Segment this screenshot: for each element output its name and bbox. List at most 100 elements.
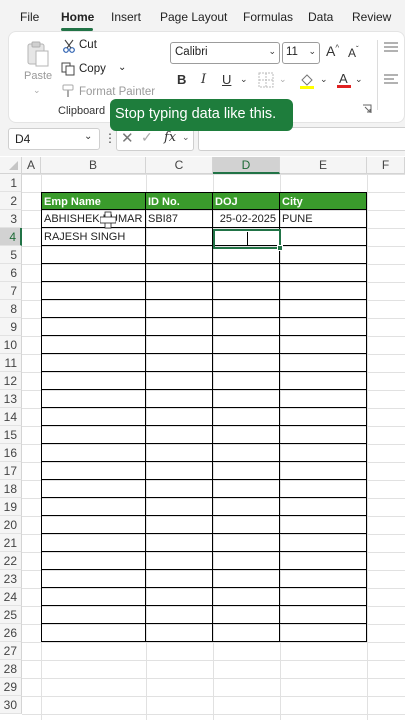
table-cell[interactable] (280, 624, 367, 642)
row-header[interactable]: 29 (0, 678, 22, 696)
table-cell[interactable] (213, 372, 280, 390)
table-cell[interactable] (146, 228, 213, 246)
copy-chevron-icon[interactable]: ⌄ (118, 62, 126, 73)
row-header[interactable]: 30 (0, 696, 22, 714)
table-header-cell[interactable]: Emp Name (41, 192, 146, 210)
table-cell[interactable] (213, 552, 280, 570)
table-header-cell[interactable]: City (280, 192, 367, 210)
table-cell[interactable] (213, 606, 280, 624)
column-header-b[interactable]: B (41, 157, 146, 174)
table-cell[interactable] (41, 570, 146, 588)
row-header[interactable]: 25 (0, 606, 22, 624)
row-header[interactable]: 8 (0, 300, 22, 318)
copy-button[interactable]: Copy (79, 63, 106, 75)
scissors-icon[interactable] (62, 39, 76, 53)
row-header[interactable]: 18 (0, 480, 22, 498)
table-cell[interactable] (280, 444, 367, 462)
align-top-icon[interactable] (384, 42, 398, 54)
bold-button[interactable]: B (177, 72, 186, 87)
table-cell[interactable] (213, 534, 280, 552)
table-cell[interactable] (213, 390, 280, 408)
fill-color-icon[interactable] (298, 71, 316, 89)
paste-chevron-icon[interactable]: ⌄ (33, 85, 41, 96)
table-cell[interactable] (213, 426, 280, 444)
table-cell[interactable] (146, 480, 213, 498)
fx-chevron-icon[interactable]: ⌄ (182, 132, 190, 143)
table-cell[interactable] (41, 624, 146, 642)
table-cell[interactable] (146, 354, 213, 372)
table-cell[interactable]: ABHISHEK KUMAR (41, 210, 146, 228)
underline-chevron-icon[interactable]: ⌄ (240, 74, 248, 85)
row-header[interactable]: 1 (0, 174, 22, 192)
table-cell[interactable] (280, 552, 367, 570)
column-header-f[interactable]: F (367, 157, 405, 174)
italic-button[interactable]: I (201, 72, 206, 87)
row-header[interactable]: 11 (0, 354, 22, 372)
table-cell[interactable] (213, 624, 280, 642)
font-color-chevron-icon[interactable]: ⌄ (355, 74, 363, 85)
table-cell[interactable] (280, 570, 367, 588)
table-cell[interactable] (213, 300, 280, 318)
table-cell[interactable] (280, 336, 367, 354)
table-cell[interactable] (280, 318, 367, 336)
grow-font-button[interactable]: A^ (326, 43, 339, 59)
table-cell[interactable] (146, 588, 213, 606)
tab-review[interactable]: Review (352, 10, 391, 24)
table-cell[interactable] (41, 318, 146, 336)
tab-formulas[interactable]: Formulas (243, 10, 293, 24)
table-cell[interactable] (213, 444, 280, 462)
row-header[interactable]: 9 (0, 318, 22, 336)
row-header[interactable]: 28 (0, 660, 22, 678)
table-cell[interactable] (213, 282, 280, 300)
paste-label[interactable]: Paste (24, 70, 52, 82)
table-cell[interactable] (146, 336, 213, 354)
copy-icon[interactable] (61, 62, 75, 76)
table-cell[interactable] (41, 246, 146, 264)
row-header[interactable]: 16 (0, 444, 22, 462)
table-cell[interactable] (213, 408, 280, 426)
table-cell[interactable] (146, 570, 213, 588)
row-header[interactable]: 3 (0, 210, 22, 228)
table-cell[interactable] (280, 246, 367, 264)
table-cell[interactable] (41, 480, 146, 498)
table-cell[interactable] (213, 570, 280, 588)
table-cell[interactable] (280, 480, 367, 498)
tab-insert[interactable]: Insert (111, 10, 141, 24)
table-cell[interactable] (213, 498, 280, 516)
format-painter-button[interactable]: Format Painter (79, 86, 155, 98)
row-header[interactable]: 6 (0, 264, 22, 282)
table-cell[interactable] (280, 354, 367, 372)
table-cell[interactable] (41, 606, 146, 624)
confirm-entry-icon[interactable]: ✓ (141, 129, 153, 146)
table-cell[interactable]: PUNE (280, 210, 367, 228)
table-cell[interactable] (146, 318, 213, 336)
row-header[interactable]: 24 (0, 588, 22, 606)
column-header-d[interactable]: D (213, 157, 280, 174)
table-cell[interactable] (280, 588, 367, 606)
row-header[interactable]: 23 (0, 570, 22, 588)
table-cell[interactable]: RAJESH SINGH (41, 228, 146, 246)
table-cell[interactable] (41, 498, 146, 516)
table-header-cell[interactable]: ID No. (146, 192, 213, 210)
column-header-c[interactable]: C (146, 157, 213, 174)
row-header[interactable]: 21 (0, 534, 22, 552)
tab-data[interactable]: Data (308, 10, 333, 24)
table-cell[interactable] (280, 300, 367, 318)
table-cell[interactable] (146, 516, 213, 534)
table-cell[interactable] (146, 246, 213, 264)
table-cell[interactable] (41, 534, 146, 552)
tab-home[interactable]: Home (61, 10, 94, 24)
table-cell[interactable] (280, 426, 367, 444)
table-cell[interactable] (280, 408, 367, 426)
row-header[interactable]: 15 (0, 426, 22, 444)
table-cell[interactable] (213, 480, 280, 498)
row-header[interactable]: 17 (0, 462, 22, 480)
table-cell[interactable] (41, 408, 146, 426)
table-cell[interactable] (41, 588, 146, 606)
table-cell[interactable] (280, 264, 367, 282)
dialog-launcher-icon[interactable] (362, 104, 372, 114)
table-cell[interactable] (213, 462, 280, 480)
table-cell[interactable] (41, 426, 146, 444)
table-cell[interactable] (41, 462, 146, 480)
table-cell[interactable] (146, 390, 213, 408)
